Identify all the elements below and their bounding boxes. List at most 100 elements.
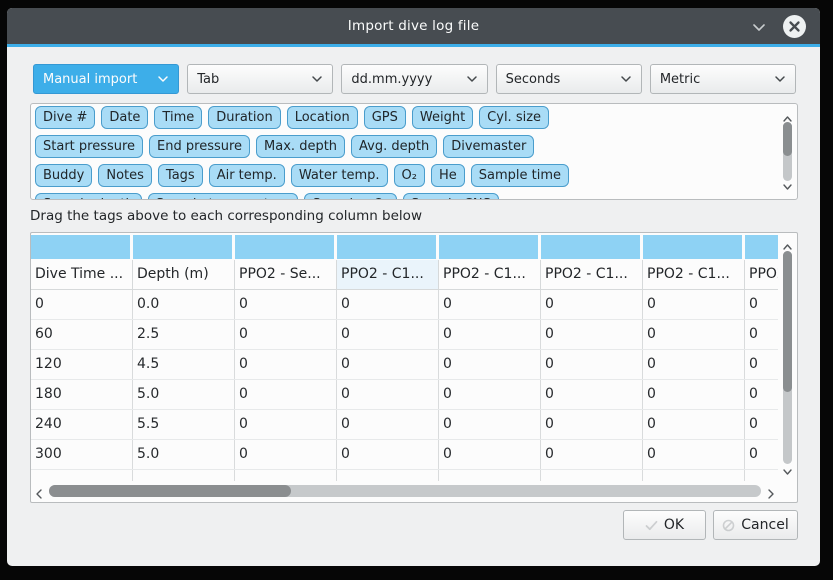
tag-weight[interactable]: Weight xyxy=(412,106,473,129)
tag-duration[interactable]: Duration xyxy=(208,106,280,129)
date-format-select[interactable]: dd.mm.yyyy xyxy=(341,64,487,94)
column-header[interactable]: Depth (m) xyxy=(133,260,235,289)
titlebar-chevron-down-icon[interactable] xyxy=(751,19,767,33)
drop-target-cell[interactable] xyxy=(133,235,235,259)
duration-format-select[interactable]: Seconds xyxy=(496,64,642,94)
scrollbar-thumb[interactable] xyxy=(49,485,291,497)
table-row: 240 5.5 0 0 0 0 0 0 xyxy=(31,410,778,440)
tag-notes[interactable]: Notes xyxy=(98,164,152,187)
table-cell xyxy=(439,470,541,481)
field-separator-select[interactable]: Tab xyxy=(187,64,333,94)
column-header[interactable]: PPO2 - C1... xyxy=(643,260,745,289)
checkmark-icon xyxy=(645,520,658,531)
scroll-down-icon[interactable] xyxy=(782,176,793,195)
drop-target-cell[interactable] xyxy=(745,235,778,259)
tag-sample-po2[interactable]: Sample pO₂ xyxy=(304,193,397,200)
units-value: Metric xyxy=(660,72,774,87)
scrollbar-thumb[interactable] xyxy=(783,251,792,392)
tag-sample-time[interactable]: Sample time xyxy=(471,164,569,187)
tag-water-temp[interactable]: Water temp. xyxy=(291,164,388,187)
table-cell: 0 xyxy=(31,290,133,319)
scroll-right-icon[interactable] xyxy=(767,485,775,504)
dialog-button-row: OK Cancel xyxy=(30,510,798,540)
units-select[interactable]: Metric xyxy=(650,64,796,94)
table-cell: 0 xyxy=(745,440,778,469)
table-cell xyxy=(31,470,133,481)
tag-pool-scrollbar[interactable] xyxy=(780,107,795,196)
tag-sample-depth[interactable]: Sample depth xyxy=(35,193,142,200)
tag-he[interactable]: He xyxy=(431,164,465,187)
tag-date[interactable]: Date xyxy=(101,106,148,129)
table-cell: 0 xyxy=(337,290,439,319)
tag-row-clipped: Sample depth Sample temperature Sample p… xyxy=(35,193,793,200)
drop-target-row xyxy=(31,233,778,260)
ok-button-label: OK xyxy=(664,517,684,533)
drop-target-cell[interactable] xyxy=(541,235,643,259)
tag-sample-temperature[interactable]: Sample temperature xyxy=(148,193,299,200)
column-header[interactable]: PPO2 - C1... xyxy=(541,260,643,289)
scrollbar-track[interactable] xyxy=(49,485,761,497)
table-cell xyxy=(643,470,745,481)
table-cell: 0 xyxy=(235,440,337,469)
table-cell: 0 xyxy=(337,380,439,409)
tag-divemaster[interactable]: Divemaster xyxy=(443,135,534,158)
tag-cyl-size[interactable]: Cyl. size xyxy=(479,106,549,129)
table-cell: 0 xyxy=(541,290,643,319)
column-header[interactable]: Dive Time ... xyxy=(31,260,133,289)
tag-time[interactable]: Time xyxy=(154,106,202,129)
drop-target-cell[interactable] xyxy=(643,235,745,259)
csv-preview-table: Dive Time ... Depth (m) PPO2 - Se... PPO… xyxy=(30,232,798,503)
tag-pool: Dive # Date Time Duration Location GPS W… xyxy=(30,103,798,200)
close-icon[interactable] xyxy=(783,15,806,38)
table-cell: 0 xyxy=(541,440,643,469)
drop-target-cell[interactable] xyxy=(31,235,133,259)
tag-air-temp[interactable]: Air temp. xyxy=(209,164,285,187)
table-vertical-scrollbar[interactable] xyxy=(779,235,796,480)
table-cell xyxy=(133,470,235,481)
cancel-button[interactable]: Cancel xyxy=(713,510,798,540)
scrollbar-track[interactable] xyxy=(783,122,792,181)
table-cell: 0 xyxy=(337,440,439,469)
table-cell: 0 xyxy=(235,350,337,379)
tag-start-pressure[interactable]: Start pressure xyxy=(35,135,143,158)
drop-target-cell[interactable] xyxy=(235,235,337,259)
table-row: 120 4.5 0 0 0 0 0 0 xyxy=(31,350,778,380)
scrollbar-track[interactable] xyxy=(783,251,792,464)
table-cell xyxy=(745,470,778,481)
field-separator-value: Tab xyxy=(197,72,311,87)
tag-avg-depth[interactable]: Avg. depth xyxy=(351,135,437,158)
column-header[interactable]: PPO2 - Se... xyxy=(235,260,337,289)
scrollbar-thumb[interactable] xyxy=(783,122,792,156)
tag-location[interactable]: Location xyxy=(287,106,358,129)
table-row: 60 2.5 0 0 0 0 0 0 xyxy=(31,320,778,350)
table-viewport: Dive Time ... Depth (m) PPO2 - Se... PPO… xyxy=(31,233,778,481)
tag-max-depth[interactable]: Max. depth xyxy=(256,135,345,158)
tag-gps[interactable]: GPS xyxy=(364,106,406,129)
ok-button[interactable]: OK xyxy=(623,510,706,540)
column-header[interactable]: PPO2 - C1... xyxy=(439,260,541,289)
table-cell: 0 xyxy=(439,290,541,319)
tag-dive-number[interactable]: Dive # xyxy=(35,106,95,129)
titlebar[interactable]: Import dive log file xyxy=(7,8,820,44)
scroll-left-icon[interactable] xyxy=(35,485,43,504)
table-cell: 60 xyxy=(31,320,133,349)
column-header-highlighted[interactable]: PPO2 - C1... xyxy=(337,260,439,289)
table-cell: 4.5 xyxy=(133,350,235,379)
tag-sample-cns[interactable]: Sample CNS xyxy=(403,193,499,200)
table-cell: 2.5 xyxy=(133,320,235,349)
tag-o2[interactable]: O₂ xyxy=(394,164,425,187)
table-cell: 0 xyxy=(337,350,439,379)
table-cell xyxy=(337,470,439,481)
tag-buddy[interactable]: Buddy xyxy=(35,164,92,187)
table-horizontal-scrollbar[interactable] xyxy=(33,482,777,500)
import-type-select[interactable]: Manual import xyxy=(33,64,179,94)
tag-tags[interactable]: Tags xyxy=(158,164,203,187)
table-cell: 0 xyxy=(439,350,541,379)
scroll-down-icon[interactable] xyxy=(782,461,793,480)
column-header[interactable]: PPO2 - C1... xyxy=(745,260,778,289)
tag-end-pressure[interactable]: End pressure xyxy=(149,135,250,158)
drop-target-cell[interactable] xyxy=(337,235,439,259)
drop-target-cell[interactable] xyxy=(439,235,541,259)
table-row-clipped xyxy=(31,470,778,481)
table-row: 300 5.0 0 0 0 0 0 0 xyxy=(31,440,778,470)
